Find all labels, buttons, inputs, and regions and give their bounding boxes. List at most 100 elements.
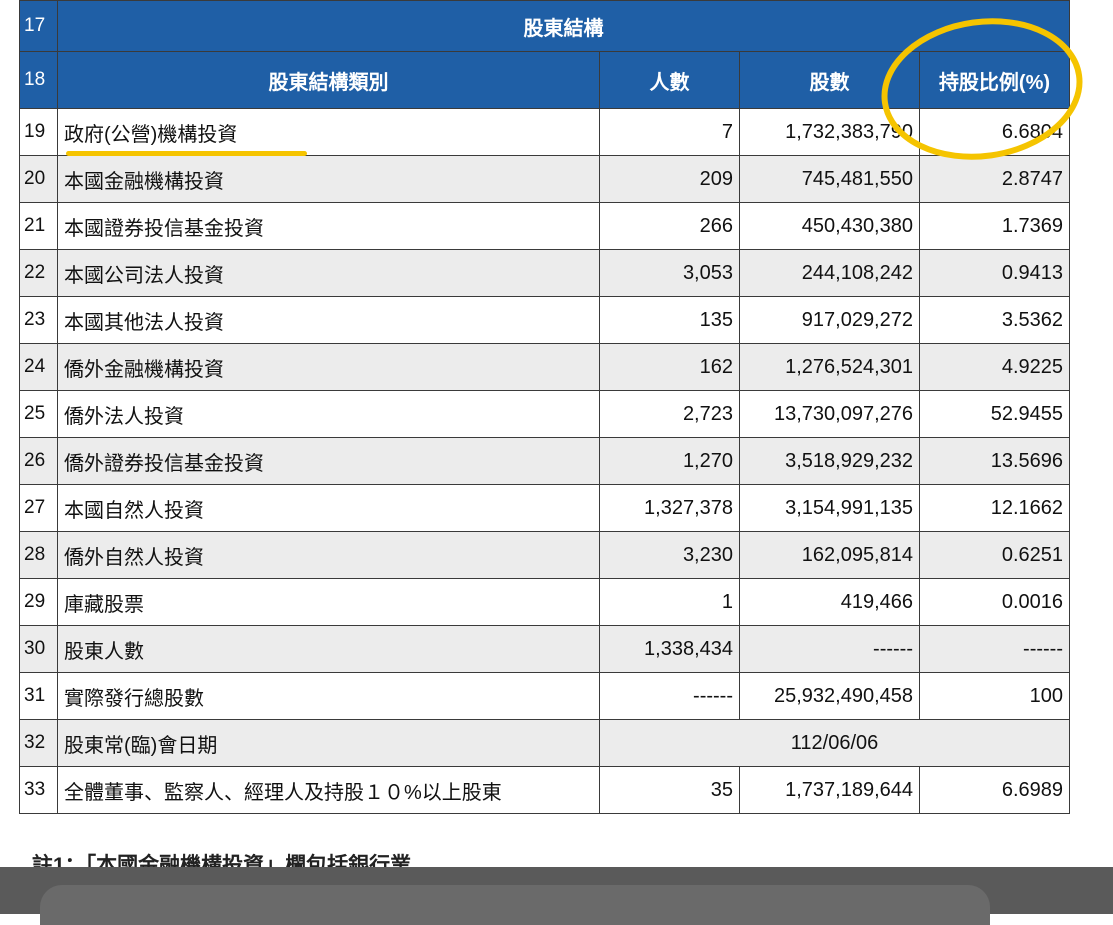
meeting-date-cell: 112/06/06 xyxy=(599,719,1070,767)
table-row: 27 本國自然人投資 1,327,378 3,154,991,135 12.1662 xyxy=(19,484,1070,532)
people-cell: 162 xyxy=(599,343,740,391)
people-cell: 3,230 xyxy=(599,531,740,579)
category-cell: 本國其他法人投資 xyxy=(57,296,600,344)
row-number: 33 xyxy=(19,766,58,814)
row-number: 21 xyxy=(19,202,58,250)
category-cell: 全體董事、監察人、經理人及持股１０%以上股東 xyxy=(57,766,600,814)
shares-cell: 419,466 xyxy=(739,578,920,626)
shares-cell: 3,518,929,232 xyxy=(739,437,920,485)
table-row: 28 僑外自然人投資 3,230 162,095,814 0.6251 xyxy=(19,531,1070,579)
header-category: 股東結構類別 xyxy=(57,51,600,109)
shares-cell: 917,029,272 xyxy=(739,296,920,344)
people-cell: 209 xyxy=(599,155,740,203)
people-cell: 135 xyxy=(599,296,740,344)
bottom-panel[interactable] xyxy=(40,885,990,925)
row-number: 19 xyxy=(19,108,58,156)
ratio-cell: 0.6251 xyxy=(919,531,1070,579)
row-number: 20 xyxy=(19,155,58,203)
table-row: 19 政府(公營)機構投資 7 1,732,383,790 6.6804 xyxy=(19,108,1070,156)
ratio-cell: 0.0016 xyxy=(919,578,1070,626)
shares-cell: 450,430,380 xyxy=(739,202,920,250)
people-cell: 1 xyxy=(599,578,740,626)
table-row: 20 本國金融機構投資 209 745,481,550 2.8747 xyxy=(19,155,1070,203)
table-row: 30 股東人數 1,338,434 ------ ------ xyxy=(19,625,1070,673)
table-row: 31 實際發行總股數 ------ 25,932,490,458 100 xyxy=(19,672,1070,720)
people-cell: 1,327,378 xyxy=(599,484,740,532)
row-number: 29 xyxy=(19,578,58,626)
category-cell: 股東常(臨)會日期 xyxy=(57,719,600,767)
row-number: 22 xyxy=(19,249,58,297)
header-shares: 股數 xyxy=(739,51,920,109)
row-number: 25 xyxy=(19,390,58,438)
shares-cell: 1,276,524,301 xyxy=(739,343,920,391)
table-row: 24 僑外金融機構投資 162 1,276,524,301 4.9225 xyxy=(19,343,1070,391)
table-row: 26 僑外證券投信基金投資 1,270 3,518,929,232 13.5696 xyxy=(19,437,1070,485)
table-row: 25 僑外法人投資 2,723 13,730,097,276 52.9455 xyxy=(19,390,1070,438)
footnote: 註1：「本國金融機構投資」欄包括銀行業、 xyxy=(32,854,433,868)
shares-cell: 244,108,242 xyxy=(739,249,920,297)
shares-cell: 745,481,550 xyxy=(739,155,920,203)
row-number: 28 xyxy=(19,531,58,579)
ratio-cell: 52.9455 xyxy=(919,390,1070,438)
category-cell: 僑外證券投信基金投資 xyxy=(57,437,600,485)
people-cell: 7 xyxy=(599,108,740,156)
row-number: 18 xyxy=(19,51,58,109)
people-cell: 35 xyxy=(599,766,740,814)
shareholder-structure-table: 17 股東結構 18 股東結構類別 人數 股數 持股比例(%) 19 政府(公營)… xyxy=(19,0,1070,814)
ratio-cell: 6.6989 xyxy=(919,766,1070,814)
ratio-cell: 100 xyxy=(919,672,1070,720)
row-number: 30 xyxy=(19,625,58,673)
row-number: 17 xyxy=(19,0,58,52)
table-row: 29 庫藏股票 1 419,466 0.0016 xyxy=(19,578,1070,626)
category-cell: 僑外自然人投資 xyxy=(57,531,600,579)
row-number: 24 xyxy=(19,343,58,391)
shares-cell: 1,732,383,790 xyxy=(739,108,920,156)
ratio-cell: 13.5696 xyxy=(919,437,1070,485)
meeting-date-row: 32 股東常(臨)會日期 112/06/06 xyxy=(19,719,1070,767)
ratio-cell: 2.8747 xyxy=(919,155,1070,203)
table-row: 21 本國證券投信基金投資 266 450,430,380 1.7369 xyxy=(19,202,1070,250)
ratio-cell: 0.9413 xyxy=(919,249,1070,297)
shares-cell: 13,730,097,276 xyxy=(739,390,920,438)
ratio-cell: 12.1662 xyxy=(919,484,1070,532)
category-cell: 庫藏股票 xyxy=(57,578,600,626)
row-number: 31 xyxy=(19,672,58,720)
title-row: 17 股東結構 xyxy=(19,0,1070,52)
ratio-cell: ------ xyxy=(919,625,1070,673)
category-cell: 本國公司法人投資 xyxy=(57,249,600,297)
table-row: 33 全體董事、監察人、經理人及持股１０%以上股東 35 1,737,189,644 6… xyxy=(19,766,1070,814)
people-cell: 3,053 xyxy=(599,249,740,297)
shares-cell: 25,932,490,458 xyxy=(739,672,920,720)
header-ratio: 持股比例(%) xyxy=(919,51,1070,109)
row-number: 27 xyxy=(19,484,58,532)
shares-cell: 162,095,814 xyxy=(739,531,920,579)
shares-cell: 1,737,189,644 xyxy=(739,766,920,814)
people-cell: ------ xyxy=(599,672,740,720)
ratio-cell: 3.5362 xyxy=(919,296,1070,344)
table-row: 23 本國其他法人投資 135 917,029,272 3.5362 xyxy=(19,296,1070,344)
row-number: 26 xyxy=(19,437,58,485)
people-cell: 1,338,434 xyxy=(599,625,740,673)
shares-cell: ------ xyxy=(739,625,920,673)
table-row: 22 本國公司法人投資 3,053 244,108,242 0.9413 xyxy=(19,249,1070,297)
ratio-cell: 4.9225 xyxy=(919,343,1070,391)
category-cell: 僑外金融機構投資 xyxy=(57,343,600,391)
category-cell: 本國金融機構投資 xyxy=(57,155,600,203)
row-number: 23 xyxy=(19,296,58,344)
category-cell: 僑外法人投資 xyxy=(57,390,600,438)
row-number: 32 xyxy=(19,719,58,767)
category-cell: 股東人數 xyxy=(57,625,600,673)
category-cell: 本國自然人投資 xyxy=(57,484,600,532)
header-people: 人數 xyxy=(599,51,740,109)
people-cell: 1,270 xyxy=(599,437,740,485)
category-cell: 本國證券投信基金投資 xyxy=(57,202,600,250)
category-cell: 實際發行總股數 xyxy=(57,672,600,720)
shares-cell: 3,154,991,135 xyxy=(739,484,920,532)
header-row: 18 股東結構類別 人數 股數 持股比例(%) xyxy=(19,51,1070,109)
ratio-cell: 1.7369 xyxy=(919,202,1070,250)
people-cell: 2,723 xyxy=(599,390,740,438)
people-cell: 266 xyxy=(599,202,740,250)
category-cell: 政府(公營)機構投資 xyxy=(57,108,600,156)
highlight-underline xyxy=(66,151,307,156)
table-title: 股東結構 xyxy=(57,0,1070,52)
